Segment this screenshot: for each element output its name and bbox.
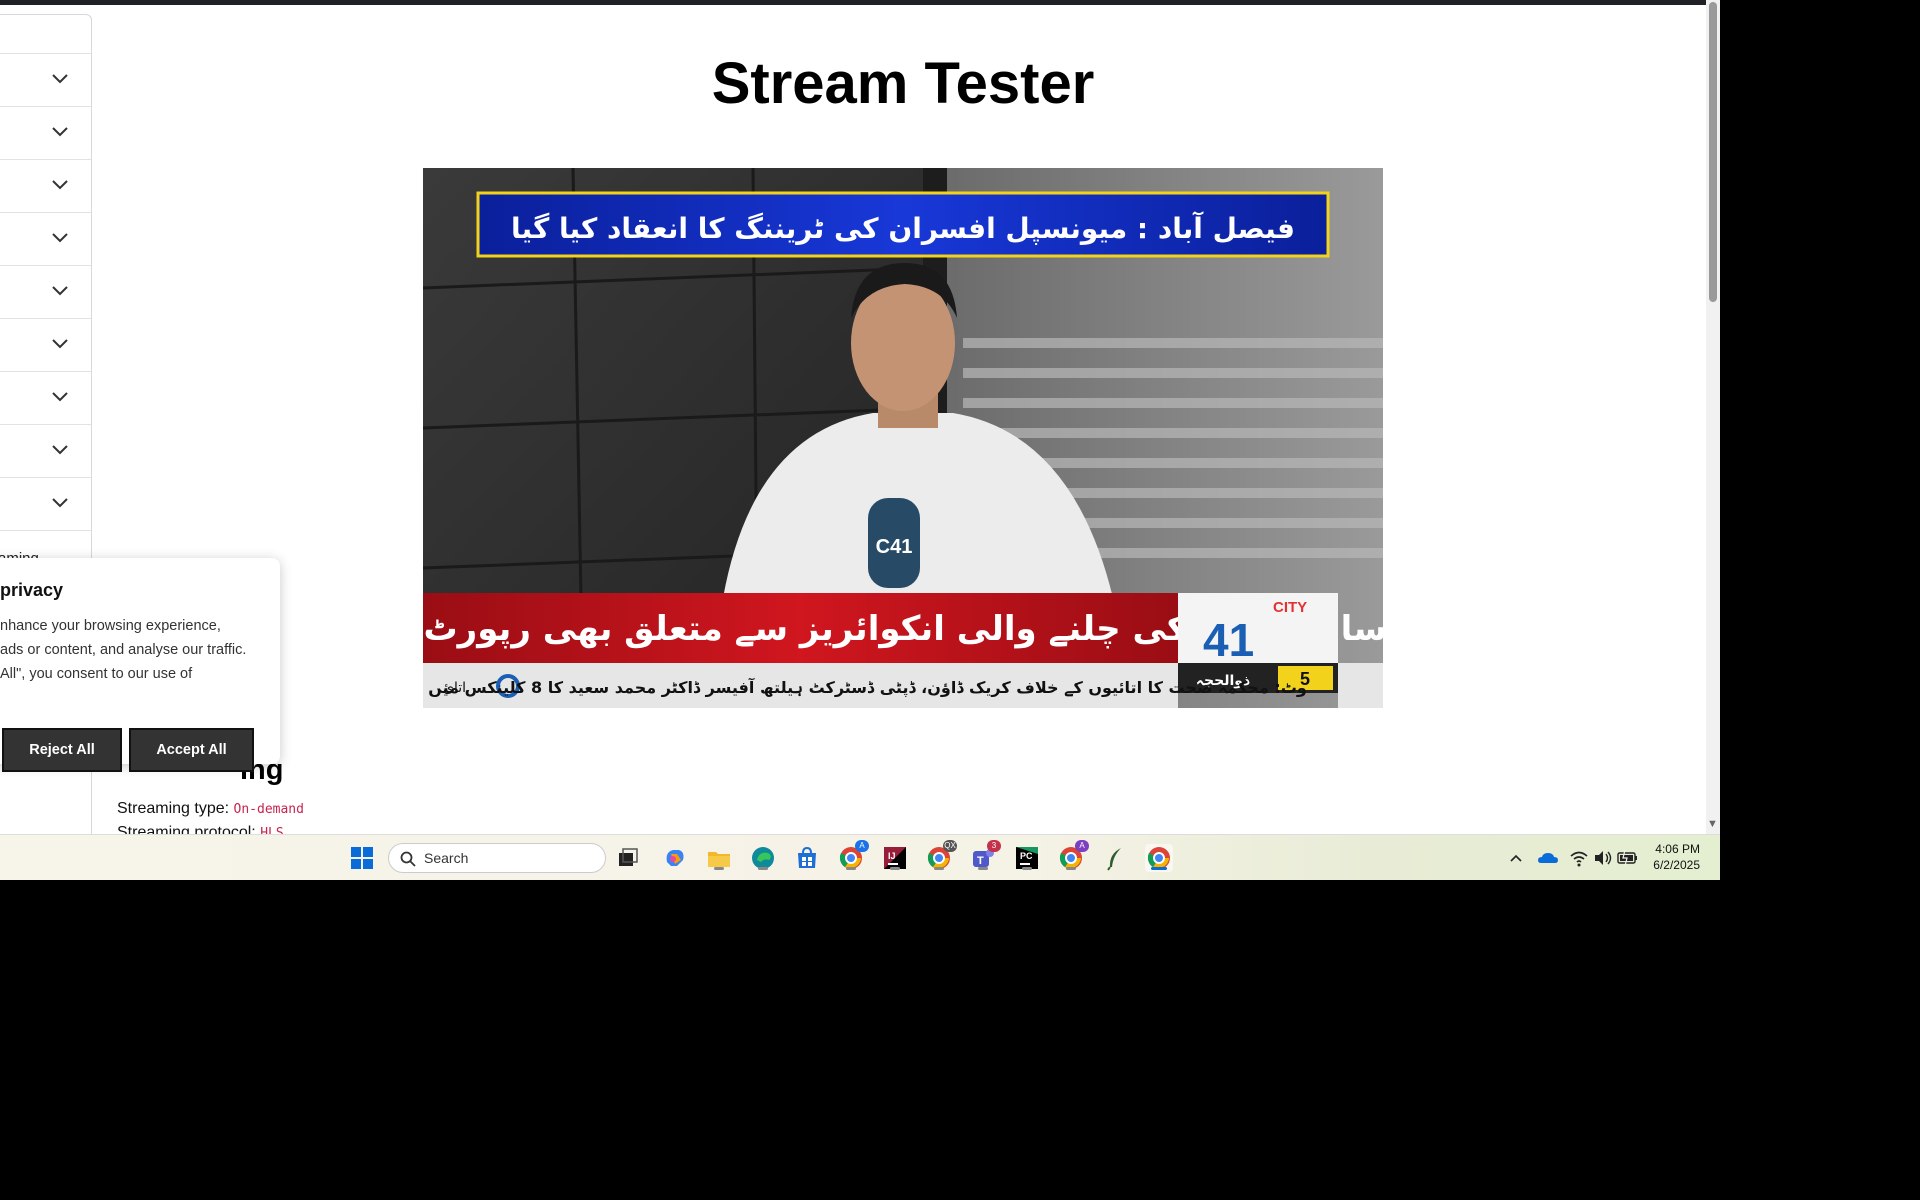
browser-top-edge (0, 0, 1720, 5)
cookie-text-line: All", you consent to our use of (0, 666, 193, 682)
taskbar-teams[interactable]: T 3 (969, 840, 1001, 872)
chevron-down-icon (52, 286, 68, 296)
task-view-icon[interactable] (614, 844, 642, 872)
search-placeholder: Search (424, 850, 469, 866)
taskbar-intellij[interactable]: IJ (881, 844, 909, 872)
chevron-down-icon (52, 392, 68, 402)
scroll-down-arrow-icon[interactable]: ▼ (1707, 818, 1718, 830)
accordion-item-4[interactable] (0, 213, 91, 266)
notification-badge: 3 (987, 840, 1001, 852)
quill-icon[interactable] (1101, 844, 1129, 872)
profile-badge: A (855, 840, 869, 852)
video-player[interactable]: C41 فیصل آباد : میونسپل افسران کی ٹریننگ… (423, 168, 1383, 708)
accordion-item-5[interactable] (0, 266, 91, 319)
profile-badge: QX (943, 840, 957, 852)
profile-badge: A (1075, 840, 1089, 852)
copilot-icon[interactable] (661, 844, 689, 872)
cookie-title: privacy (0, 580, 64, 600)
running-indicator (758, 867, 768, 870)
microsoft-store-icon[interactable] (793, 844, 821, 872)
accept-all-button[interactable]: Accept All (129, 728, 254, 772)
taskbar-pycharm[interactable]: PC (1013, 844, 1041, 872)
channel-logo-number: 41 (1203, 614, 1254, 666)
svg-text:T: T (977, 855, 984, 867)
running-indicator (978, 867, 988, 870)
accordion-item-8[interactable] (0, 425, 91, 478)
running-indicator (1066, 867, 1076, 870)
chevron-down-icon (52, 498, 68, 508)
taskbar: Search A IJ QX T 3 PC A 4:06 PM 6/2/2025 (0, 834, 1720, 880)
cookie-consent-dialog: privacy nhance your browsing experience,… (0, 558, 280, 772)
battery-icon[interactable] (1613, 844, 1641, 872)
cookie-text-line: nhance your browsing experience, (0, 618, 221, 634)
taskbar-file-explorer[interactable] (705, 844, 733, 872)
chevron-up-icon[interactable] (1502, 844, 1530, 872)
accordion-item-6[interactable] (0, 319, 91, 372)
reject-all-button[interactable]: Reject All (2, 728, 122, 772)
active-indicator (1151, 867, 1167, 870)
taskbar-search-box[interactable]: Search (388, 843, 606, 873)
accordion-item-3[interactable] (0, 160, 91, 213)
sub-ticker-bg-right (1338, 663, 1383, 708)
onedrive-cloud-icon[interactable] (1534, 844, 1562, 872)
chevron-down-icon (52, 233, 68, 243)
streaming-type-label: Streaming type: (117, 800, 230, 817)
sub-ticker-text: وٹ: محکمہ صحت کا اتائیوں کے خلاف کریک ڈا… (423, 677, 1307, 698)
svg-text:IJ: IJ (888, 851, 896, 861)
chevron-down-icon (52, 445, 68, 455)
running-indicator (846, 867, 856, 870)
mic-logo: C41 (876, 536, 913, 558)
streaming-type-value: On-demand (233, 802, 304, 817)
running-indicator (1022, 867, 1032, 870)
running-indicator (934, 867, 944, 870)
taskbar-chrome-active[interactable] (1145, 844, 1173, 872)
svg-text:PC: PC (1020, 851, 1033, 861)
taskbar-chrome-qx[interactable]: QX (925, 840, 957, 872)
channel-logo-box (1178, 593, 1338, 663)
running-indicator (890, 867, 900, 870)
chevron-down-icon (52, 127, 68, 137)
clock-date: 6/2/2025 (1653, 858, 1700, 872)
sidebar-top-item (0, 15, 91, 54)
top-banner-text: فیصل آباد : میونسپل افسران کی ٹریننگ کا … (511, 211, 1295, 245)
accordion-item-9[interactable] (0, 478, 91, 531)
scrollbar-thumb[interactable] (1709, 2, 1717, 302)
windows-start-icon[interactable] (348, 844, 376, 872)
system-clock[interactable]: 4:06 PM 6/2/2025 (1653, 841, 1700, 873)
chevron-down-icon (52, 339, 68, 349)
taskbar-chrome-a[interactable]: A (837, 840, 869, 872)
cookie-text-line: ads or content, and analyse our traffic. (0, 642, 247, 658)
accordion-item-7[interactable] (0, 372, 91, 425)
page-scrollbar[interactable] (1706, 0, 1720, 834)
clock-time: 4:06 PM (1655, 842, 1700, 856)
video-frame: C41 فیصل آباد : میونسپل افسران کی ٹریننگ… (423, 168, 1383, 708)
taskbar-chrome-purple[interactable]: A (1057, 840, 1089, 872)
taskbar-edge[interactable] (749, 844, 777, 872)
running-indicator (714, 867, 724, 870)
channel-logo-small: CITY (1273, 599, 1307, 616)
browser-viewport: aming Stream Tester (0, 0, 1720, 880)
chevron-down-icon (52, 180, 68, 190)
search-icon (400, 851, 416, 867)
streaming-type-row: Streaming type: On-demand (117, 800, 304, 818)
page-title: Stream Tester (711, 51, 1095, 116)
